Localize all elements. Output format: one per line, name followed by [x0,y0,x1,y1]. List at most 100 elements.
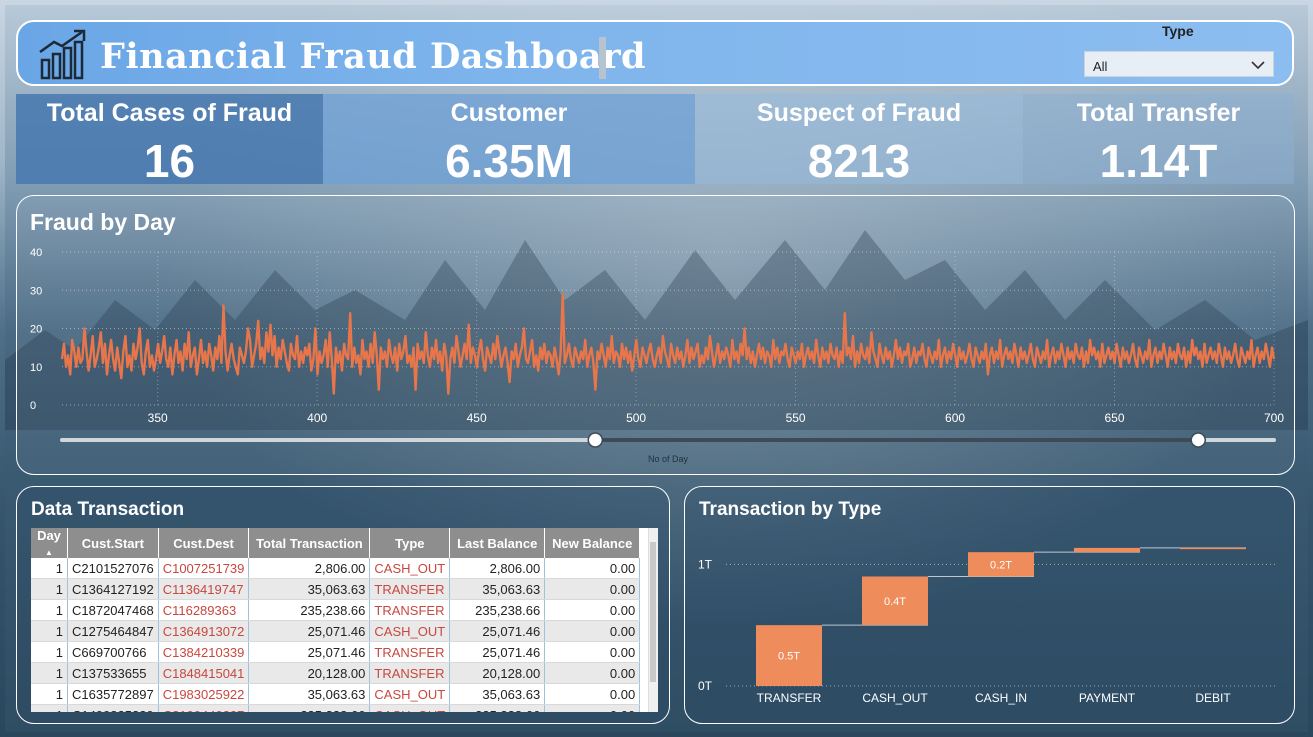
table-cell: C1384210339 [158,641,250,663]
table-row[interactable]: 1 C1275464847 C1364913072 25,071.46 CASH_OUT… [31,620,641,642]
table-cell: C669700766 [67,641,159,663]
table-cell: 0.00 [544,599,641,621]
waterfall-bar [1074,547,1140,553]
table-cell: 0.00 [544,704,641,712]
table-cell: C1007251739 [158,558,250,579]
type-filter-dropdown[interactable]: All [1084,51,1274,77]
x-tick-label: 650 [1105,411,1125,425]
kpi-value: 16 [143,135,196,187]
table-cell: CASH_OUT [369,704,451,712]
table-cell: 0.00 [544,662,641,684]
table-cell: 0.00 [544,558,641,579]
table-cell: C137533655 [67,662,159,684]
table-cell: CASH_OUT [369,620,451,642]
table-row[interactable]: 1 C1364127192 C1136419747 35,063.63 TRANSFER… [31,578,641,600]
x-tick-label: 600 [945,411,965,425]
table-row[interactable]: 1 C2101527076 C1007251739 2,806.00 CASH_OUT 2… [31,558,641,579]
fraud-series-line [60,292,1276,395]
column-header-new-balance[interactable]: New Balance [544,528,641,558]
table-cell: 235,238.66 [449,704,546,712]
title-divider [599,37,606,79]
table-cell: 2,806.00 [248,558,371,579]
y-tick-label: 10 [30,362,42,374]
x-tick-label: 550 [786,411,806,425]
table-cell: C1635772897 [67,683,159,705]
x-tick-label: CASH_OUT [862,691,928,705]
dashboard-title: Financial Fraud Dashboard [100,36,647,77]
column-header-total-transaction[interactable]: Total Transaction [248,528,371,558]
y-tick-label: 0 [30,400,36,412]
column-header-day[interactable]: Day ▲ [31,528,68,558]
table-row[interactable]: 1C1499825229C2100440237235,238.66CASH_OU… [31,704,641,712]
table-cell: C1364913072 [158,620,250,642]
y-tick-label: 30 [30,285,42,297]
table-cell: 0.00 [544,641,641,663]
growth-chart-icon [39,29,86,80]
x-tick-label: 450 [467,411,487,425]
table-row[interactable]: 1 C137533655 C1848415041 20,128.00 TRANSFER 2… [31,662,641,684]
table-cell: C1275464847 [67,620,159,642]
transaction-by-type-title: Transaction by Type [699,499,882,520]
y-tick-label: 1T [698,557,713,571]
table-cell: 1 [31,641,68,663]
table-cell: 35,063.63 [449,683,546,705]
data-label: 0.2T [990,559,1012,571]
kpi-customer: Customer 6.35M [323,94,695,187]
x-tick-label: 400 [307,411,327,425]
table-cell: C1136419747 [158,578,250,600]
table-cell: 35,063.63 [449,578,546,600]
column-header-last-balance[interactable]: Last Balance [449,528,546,558]
column-header-type[interactable]: Type [369,528,451,558]
table-cell: 1 [31,558,68,579]
scrollbar-thumb[interactable] [650,542,656,682]
slider-handle-end[interactable] [1190,432,1206,448]
kpi-label: Customer [450,99,568,127]
transaction-table-container: Day ▲ Cust.Start Cust.Dest Total Transact… [31,528,657,712]
table-cell: C1848415041 [158,662,250,684]
kpi-suspect: Suspect of Fraud 8213 [695,94,1023,187]
kpi-label: Suspect of Fraud [756,99,962,127]
table-cell: 2,806.00 [449,558,546,579]
table-cell: TRANSFER [369,599,451,621]
slider-handle-start[interactable] [587,432,604,448]
x-tick-label: CASH_IN [975,691,1027,705]
table-cell: 20,128.00 [248,662,371,684]
x-tick-label: 350 [148,411,168,425]
table-cell: 35,063.63 [248,578,371,600]
column-header-cust-start[interactable]: Cust.Start [67,528,159,558]
fraud-by-day-title: Fraud by Day [30,209,176,235]
table-row[interactable]: 1 C1872047468 C116289363 235,238.66 TRANSFER… [31,599,641,621]
table-row[interactable]: 1 C1635772897 C1983025922 35,063.63 CASH_OUT… [31,683,641,705]
table-cell: C1983025922 [158,683,250,705]
table-cell: 1 [31,662,68,684]
table-cell: 20,128.00 [449,662,546,684]
table-cell: 0.00 [544,620,641,642]
kpi-label: Total Cases of Fraud [46,99,293,127]
chevron-down-icon [1251,61,1265,70]
x-tick-label: TRANSFER [757,691,822,705]
waterfall-bar [1180,547,1246,550]
table-cell: TRANSFER [369,578,451,600]
table-cell: CASH_OUT [369,558,451,579]
table-cell: 235,238.66 [248,599,371,621]
table-cell: 1 [31,599,68,621]
table-cell: C2101527076 [67,558,159,579]
column-header-cust-dest[interactable]: Cust.Dest [158,528,250,558]
table-cell: 25,071.46 [449,620,546,642]
table-cell: 25,071.46 [248,641,371,663]
table-cell: C1364127192 [67,578,159,600]
data-transaction-title: Data Transaction [31,499,185,520]
table-cell: 235,238.66 [248,704,371,712]
x-tick-label: PAYMENT [1079,691,1136,705]
table-cell: C2100440237 [158,704,250,712]
table-scrollbar[interactable] [648,528,658,712]
table-cell: CASH_OUT [369,683,451,705]
table-cell: 1 [31,683,68,705]
type-filter-value: All [1093,59,1108,74]
fraud-by-day-chart: 0 10 20 30 40 350 400 450 500 550 600 650 700 No of D… [30,247,1284,464]
table-cell: C116289363 [158,599,250,621]
table-row[interactable]: 1 C669700766 C1384210339 25,071.46 TRANSFER 2… [31,641,641,663]
table-cell: 25,071.46 [248,620,371,642]
transaction-table: Day ▲ Cust.Start Cust.Dest Total Transact… [31,528,641,712]
x-tick-label: 700 [1264,411,1284,425]
